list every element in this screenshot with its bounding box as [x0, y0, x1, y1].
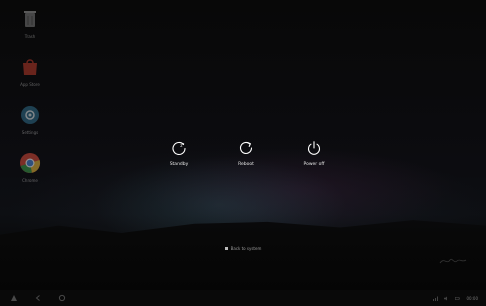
volume-icon[interactable] [444, 296, 449, 301]
key-icon [224, 247, 228, 250]
taskbar: 00:00 [0, 290, 486, 306]
reboot-button[interactable]: Reboot [221, 140, 271, 167]
desktop-icon-label: Trash [24, 34, 36, 39]
back-icon[interactable] [34, 294, 42, 302]
hint-text: Back to system [230, 246, 262, 251]
network-icon[interactable] [433, 296, 439, 301]
launcher-icon[interactable] [10, 294, 18, 302]
desktop-icon-label: Settings [21, 130, 39, 135]
signature-watermark-icon [439, 258, 467, 264]
battery-icon[interactable] [455, 296, 461, 301]
system-tray: 00:00 [433, 296, 486, 301]
landscape-silhouette [0, 220, 486, 290]
desktop-icon-label: App Store [20, 82, 40, 87]
reboot-icon [239, 141, 253, 154]
trash-icon [24, 11, 36, 27]
standby-label: Standby [169, 162, 189, 167]
desktop-screen: Trash App Store Settings Chrome z z Stan… [0, 0, 486, 306]
home-icon[interactable] [58, 294, 66, 302]
taskbar-clock[interactable]: 00:00 [466, 296, 478, 301]
power-menu: z z Standby Reboot Power off [0, 140, 486, 180]
taskbar-left [0, 294, 66, 302]
svg-text:z: z [183, 142, 185, 146]
reboot-label: Reboot [238, 162, 254, 167]
desktop-icon-app-store[interactable]: App Store [10, 56, 50, 102]
app-store-icon [23, 59, 37, 75]
standby-button[interactable]: z z Standby [154, 140, 204, 167]
desktop-icon-trash[interactable]: Trash [10, 8, 50, 54]
back-to-system-hint[interactable]: Back to system [0, 246, 486, 251]
settings-icon [21, 106, 39, 124]
standby-icon: z z [172, 141, 186, 156]
power-off-icon [307, 141, 321, 155]
power-off-button[interactable]: Power off [289, 140, 339, 167]
power-off-label: Power off [303, 162, 325, 167]
